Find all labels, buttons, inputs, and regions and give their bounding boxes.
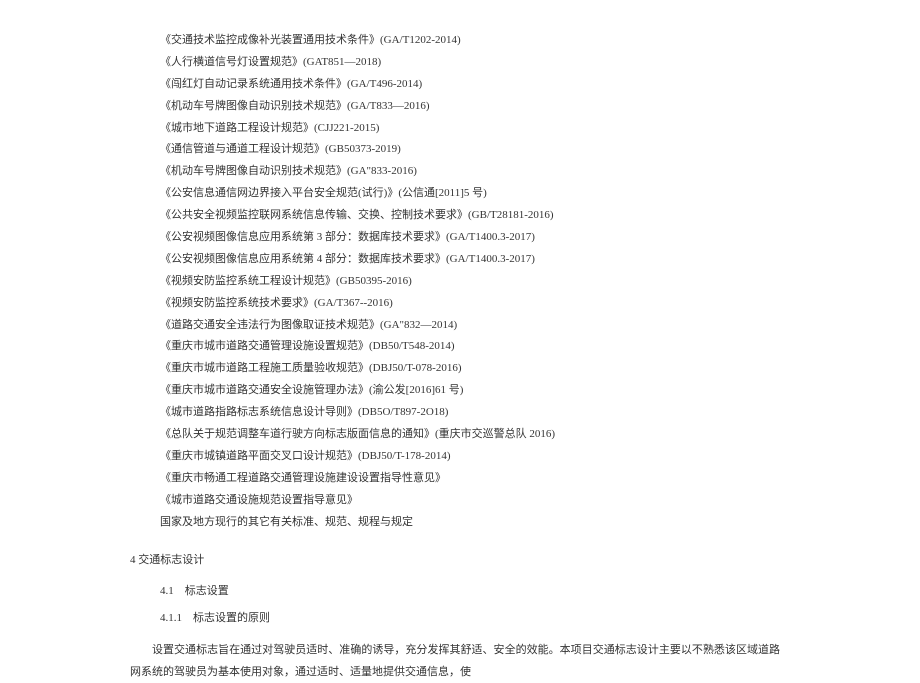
standard-item: 《重庆市城市道路工程施工质量验收规范》(DBJ50/T-078-2016) [160,358,780,379]
standard-item: 《重庆市畅通工程道路交通管理设施建设设置指导性意见》 [160,468,780,489]
section-number: 4 [130,554,136,566]
subsubsection-heading: 4.1.1 标志设置的原则 [160,608,780,629]
standard-item: 《公安视频图像信息应用系统第 3 部分：数据库技术要求》(GA/T1400.3-… [160,227,780,248]
subsection-number: 4.1 [160,585,174,597]
standard-item: 《城市道路指路标志系统信息设计导则》(DB5O/T897-2O18) [160,402,780,423]
body-paragraph: 设置交通标志旨在通过对驾驶员适时、准确的诱导，充分发挥其舒适、安全的效能。本项目… [130,639,780,683]
standard-item: 《城市道路交通设施规范设置指导意见》 [160,490,780,511]
standard-item: 《重庆市城市道路交通管理设施设置规范》(DB50/T548-2014) [160,336,780,357]
standard-item: 《公安信息通信网边界接入平台安全规范(试行)》(公信通[2011]5 号) [160,183,780,204]
subsubsection-number: 4.1.1 [160,612,182,624]
standard-item: 《道路交通安全违法行为图像取证技术规范》(GA"832—2014) [160,315,780,336]
standard-item: 《交通技术监控成像补光装置通用技术条件》(GA/T1202-2014) [160,30,780,51]
standard-item: 《公安视频图像信息应用系统第 4 部分：数据库技术要求》(GA/T1400.3-… [160,249,780,270]
standard-item: 《视频安防监控系统技术要求》(GA/T367--2016) [160,293,780,314]
standard-item: 《闯红灯自动记录系统通用技术条件》(GA/T496-2014) [160,74,780,95]
subsection-title-text: 标志设置 [185,585,229,597]
standard-item: 《总队关于规范调整车道行驶方向标志版面信息的通知》(重庆市交巡警总队 2016) [160,424,780,445]
standard-item: 《机动车号牌图像自动识别技术规范》(GA"833-2016) [160,161,780,182]
standard-item: 《机动车号牌图像自动识别技术规范》(GA/T833—2016) [160,96,780,117]
section-heading: 4 交通标志设计 [130,550,780,571]
standards-list: 《交通技术监控成像补光装置通用技术条件》(GA/T1202-2014) 《人行横… [160,30,780,532]
standard-item: 《通信管道与通道工程设计规范》(GB50373-2019) [160,139,780,160]
standard-item: 《公共安全视频监控联网系统信息传输、交换、控制技术要求》(GB/T28181-2… [160,205,780,226]
standard-item: 《重庆市城镇道路平面交叉口设计规范》(DBJ50/T-178-2014) [160,446,780,467]
subsubsection-title-text: 标志设置的原则 [193,612,270,624]
standard-item: 《视频安防监控系统工程设计规范》(GB50395-2016) [160,271,780,292]
standard-item: 《人行横道信号灯设置规范》(GAT851—2018) [160,52,780,73]
subsection-heading: 4.1 标志设置 [160,581,780,602]
section-title-text: 交通标志设计 [138,554,204,566]
standard-item: 《重庆市城市道路交通安全设施管理办法》(渝公发[2016]61 号) [160,380,780,401]
standard-item: 国家及地方现行的其它有关标准、规范、规程与规定 [160,512,780,533]
standard-item: 《城市地下道路工程设计规范》(CJJ221-2015) [160,118,780,139]
